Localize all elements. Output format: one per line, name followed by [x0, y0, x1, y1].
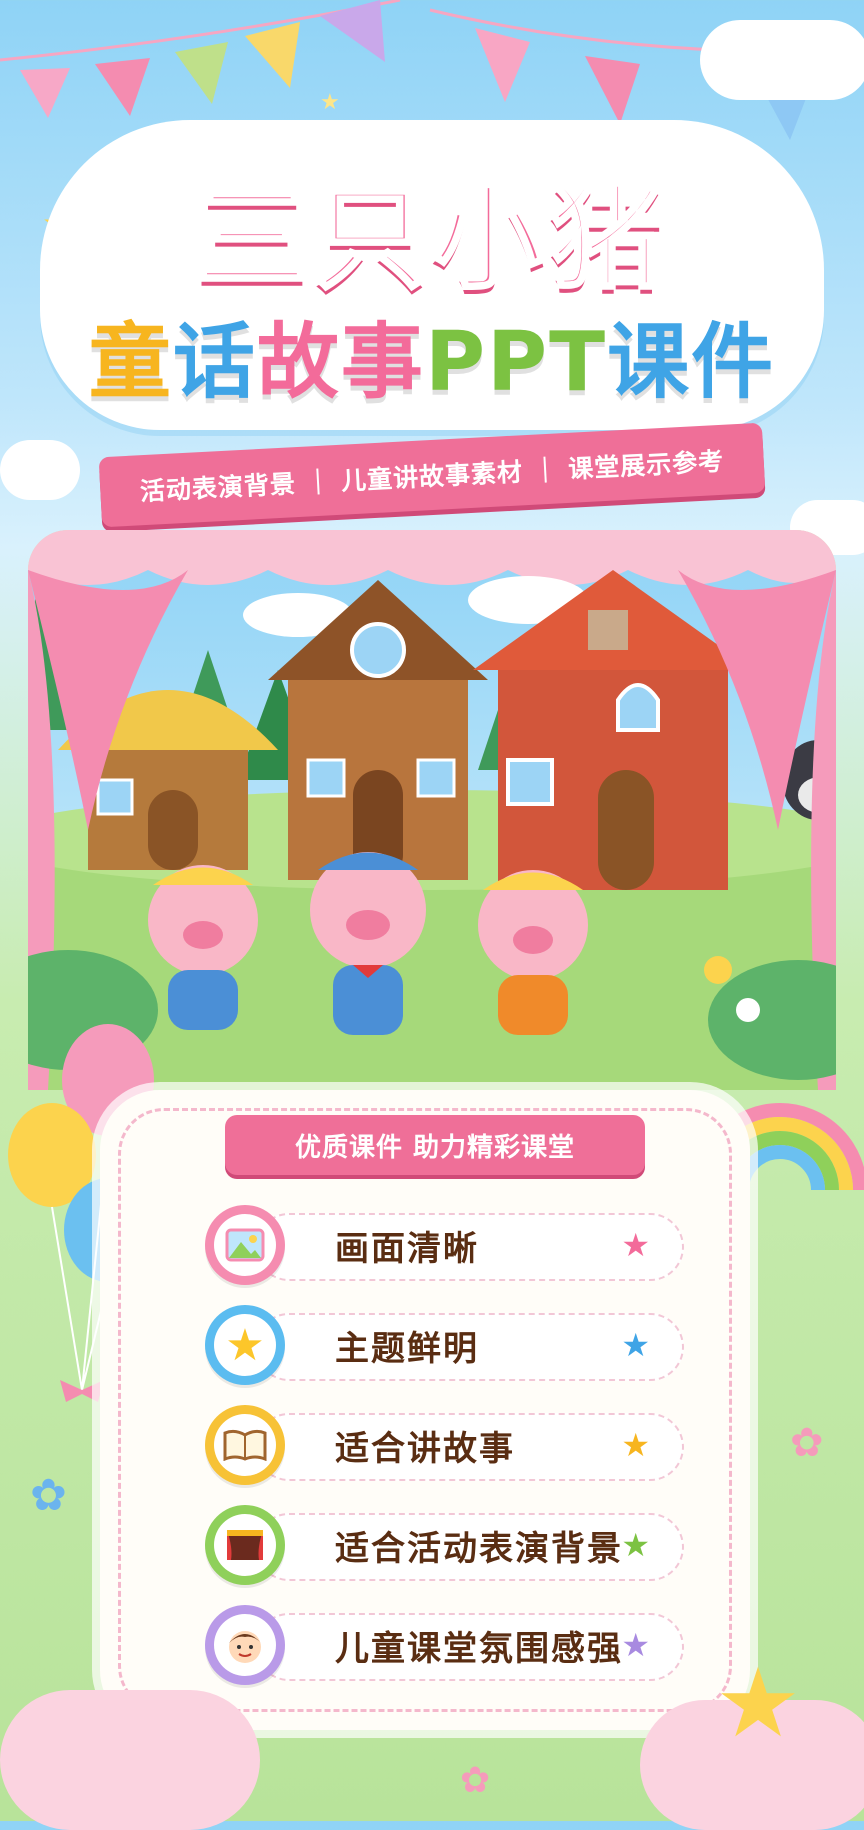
- story-illustration: [28, 530, 836, 1090]
- star-icon: ★: [320, 90, 340, 115]
- feature-item: 画面清晰 ★: [205, 1205, 684, 1285]
- picture-icon: [214, 1214, 276, 1276]
- star-icon: ★: [214, 1314, 276, 1376]
- star-icon: ★: [621, 1326, 650, 1364]
- smiling-star-icon: ★: [715, 1647, 802, 1759]
- cloud: [0, 440, 80, 500]
- cloud: [0, 1690, 260, 1830]
- flower-icon: ✿: [460, 1760, 491, 1801]
- feature-badge: [205, 1405, 285, 1485]
- flower-icon: ✿: [790, 1420, 824, 1466]
- feature-badge: [205, 1505, 285, 1585]
- star-icon: ★: [621, 1626, 650, 1664]
- child-face-icon: [214, 1614, 276, 1676]
- subtitle-part: 故: [256, 315, 341, 410]
- feature-badge: [205, 1605, 285, 1685]
- subtitle-part: PPT: [424, 315, 608, 410]
- feature-item: ★ 主题鲜明 ★: [205, 1305, 684, 1385]
- flower-icon: ✿: [30, 1470, 67, 1521]
- feature-item: 适合讲故事 ★: [205, 1405, 684, 1485]
- subtitle: 童话故事PPT课件: [40, 295, 824, 414]
- subtitle-part: 话: [172, 315, 257, 410]
- main-title: 三只小猪: [194, 172, 668, 306]
- panel-heading: 优质课件 助力精彩课堂: [225, 1115, 645, 1175]
- star-icon: ★: [621, 1226, 650, 1264]
- title-block: 三只小猪 童话故事PPT课件: [40, 120, 824, 440]
- star-icon: ★: [621, 1426, 650, 1464]
- feature-badge: ★: [205, 1305, 285, 1385]
- feature-item: 儿童课堂氛围感强 ★: [205, 1605, 684, 1685]
- feature-item: 适合活动表演背景 ★: [205, 1505, 684, 1585]
- feature-label: 适合活动表演背景: [335, 1529, 623, 1569]
- star-icon: ★: [621, 1526, 650, 1564]
- subtitle-part: 童: [88, 315, 173, 410]
- feature-label: 适合讲故事: [335, 1429, 515, 1469]
- book-icon: [214, 1414, 276, 1476]
- feature-label: 主题鲜明: [335, 1329, 479, 1369]
- stage-icon: [214, 1514, 276, 1576]
- panel-heading-text: 优质课件 助力精彩课堂: [294, 1132, 576, 1163]
- tagline-text: 活动表演背景 ｜ 儿童讲故事素材 ｜ 课堂展示参考: [139, 446, 725, 507]
- feature-badge: [205, 1205, 285, 1285]
- subtitle-part: 件: [691, 315, 776, 410]
- feature-label: 儿童课堂氛围感强: [335, 1629, 623, 1669]
- feature-label: 画面清晰: [335, 1229, 479, 1269]
- subtitle-part: 事: [340, 315, 425, 410]
- subtitle-part: 课: [607, 315, 692, 410]
- cloud: [700, 20, 864, 100]
